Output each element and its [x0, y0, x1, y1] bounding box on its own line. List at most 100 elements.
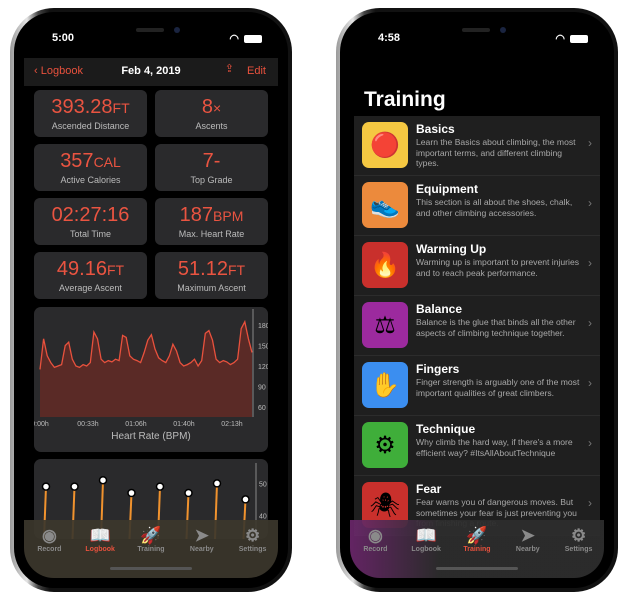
stat-value: 357CAL — [60, 150, 121, 172]
item-description: Finger strength is arguably one of the m… — [416, 377, 580, 398]
heart-rate-chart: 180 150 120 90 60 0:00h 00:33h 01:06h 01:40h 02:1… — [31, 309, 270, 428]
tab-record[interactable]: ◉ Record — [26, 526, 72, 578]
chevron-right-icon: › — [588, 196, 592, 210]
gear-icon: ⚙ — [570, 526, 587, 545]
stat-label: Ascended Distance — [51, 121, 130, 131]
stat-tile: 357CAL Active Calories — [34, 144, 147, 191]
gears-icon: ⚙ — [362, 422, 408, 468]
list-item[interactable]: ✋ Fingers Finger strength is arguably one … — [354, 356, 600, 416]
location-arrow-icon: ➤ — [194, 526, 209, 545]
ascent-point — [241, 495, 250, 504]
tab-nearby[interactable]: ➤ Nearby — [179, 526, 225, 578]
wifi-icon: ◠ — [229, 33, 239, 45]
stat-label: Top Grade — [190, 175, 233, 185]
x-tick-label: 02:13h — [221, 421, 243, 427]
stat-tile: 7- Top Grade — [155, 144, 268, 191]
item-description: This section is all about the shoes, cha… — [416, 197, 573, 218]
stat-value: 02:27:16 — [51, 204, 130, 226]
battery-icon — [244, 34, 262, 43]
list-item[interactable]: 👟 Equipment This section is all about the … — [354, 176, 600, 236]
chevron-right-icon: › — [588, 136, 592, 150]
tab-label: Nearby — [515, 546, 540, 553]
chevron-right-icon: › — [588, 316, 592, 330]
list-item[interactable]: 🔴 Basics Learn the Basics about climbing, … — [354, 116, 600, 176]
stat-tile: 02:27:16 Total Time — [34, 198, 147, 245]
tab-training[interactable]: 🚀 Training — [454, 526, 500, 578]
ascent-point — [212, 479, 222, 488]
stat-label: Max. Heart Rate — [178, 229, 245, 239]
ascent-point — [41, 482, 51, 491]
ascent-point — [127, 488, 136, 498]
rocket-icon: 🚀 — [466, 526, 488, 545]
tab-label: Settings — [238, 546, 267, 553]
x-tick-label: 00:33h — [77, 421, 99, 427]
tab-label: Logbook — [411, 546, 441, 553]
wifi-icon: ◠ — [555, 33, 565, 45]
record-icon: ◉ — [367, 526, 383, 545]
tab-record[interactable]: ◉ Record — [352, 526, 398, 578]
item-description: Learn the Basics about climbing, the mos… — [416, 137, 576, 168]
tab-settings[interactable]: ⚙ Settings — [556, 526, 602, 578]
rocket-icon: 🚀 — [140, 526, 162, 545]
tab-label: Training — [463, 546, 491, 553]
stat-label: Total Time — [69, 229, 111, 239]
y-tick-label: 50 — [259, 481, 267, 488]
chevron-right-icon: › — [588, 376, 592, 390]
stat-tile: 49.16FT Average Ascent — [34, 252, 147, 299]
training-list: 🔴 Basics Learn the Basics about climbing, … — [354, 116, 600, 536]
item-title: Basics — [416, 122, 455, 136]
y-tick-label: 90 — [258, 384, 266, 391]
flame-icon: 🔥 — [362, 242, 408, 288]
chart-title: Heart Rate (BPM) — [111, 431, 191, 442]
tab-label: Record — [363, 546, 388, 553]
tab-logbook[interactable]: 📖 Logbook — [77, 526, 123, 578]
ascent-point — [155, 482, 165, 491]
ascent-point — [70, 482, 79, 491]
heart-rate-area — [40, 321, 252, 417]
stat-tile: 187BPM Max. Heart Rate — [155, 198, 268, 245]
y-tick-label: 180 — [258, 323, 268, 330]
y-tick-label: 60 — [258, 405, 266, 412]
item-description: Balance is the glue that binds all the o… — [416, 317, 576, 338]
item-title: Equipment — [416, 182, 478, 196]
tab-label: Settings — [564, 546, 593, 553]
phone-training: 4:58 ◠ Training 🔴 Basics Learn the Basics … — [336, 8, 618, 592]
y-tick-label: 120 — [258, 364, 268, 371]
tab-training[interactable]: 🚀 Training — [128, 526, 174, 578]
stat-value: 7- — [202, 150, 221, 172]
tab-nearby[interactable]: ➤ Nearby — [505, 526, 551, 578]
item-title: Balance — [416, 302, 463, 316]
list-item[interactable]: ⚙ Technique Why climb the hard way, if the… — [354, 416, 600, 476]
tab-label: Record — [37, 546, 62, 553]
stats-grid: 393.28FT Ascended Distance 8× Ascents 357CAL… — [34, 90, 268, 299]
tab-label: Training — [137, 546, 165, 553]
location-arrow-icon: ➤ — [520, 526, 535, 545]
stat-tile: 393.28FT Ascended Distance — [34, 90, 147, 137]
stat-value: 51.12FT — [177, 258, 246, 280]
ascent-point — [98, 475, 108, 485]
edit-button[interactable]: Edit — [247, 65, 266, 77]
item-title: Technique — [416, 422, 476, 436]
status-time: 4:58 — [378, 32, 401, 44]
phone-logbook: 5:00 ◠ ‹ Logbook Feb 4, 2019 ⇪ Edit 393.… — [10, 8, 292, 592]
stat-value: 8× — [201, 96, 222, 118]
tab-settings[interactable]: ⚙ Settings — [230, 526, 276, 578]
climbing-hold-icon: 🔴 — [362, 122, 408, 168]
stat-label: Maximum Ascent — [177, 283, 246, 293]
item-title: Warming Up — [416, 242, 487, 256]
stat-label: Average Ascent — [59, 283, 122, 293]
tab-label: Logbook — [85, 546, 115, 553]
record-icon: ◉ — [41, 526, 57, 545]
list-item[interactable]: 🔥 Warming Up Warming up is important to pr… — [354, 236, 600, 296]
chevron-right-icon: › — [588, 436, 592, 450]
tab-logbook[interactable]: 📖 Logbook — [403, 526, 449, 578]
list-item[interactable]: ⚖ Balance Balance is the glue that binds a… — [354, 296, 600, 356]
stat-tile: 8× Ascents — [155, 90, 268, 137]
share-icon[interactable]: ⇪ — [225, 62, 234, 75]
item-title: Fear — [416, 482, 442, 496]
chevron-right-icon: › — [588, 496, 592, 510]
status-time: 5:00 — [52, 32, 75, 44]
book-icon: 📖 — [89, 526, 111, 545]
battery-icon — [570, 34, 588, 43]
nav-bar: ‹ Logbook Feb 4, 2019 ⇪ Edit — [24, 58, 278, 86]
